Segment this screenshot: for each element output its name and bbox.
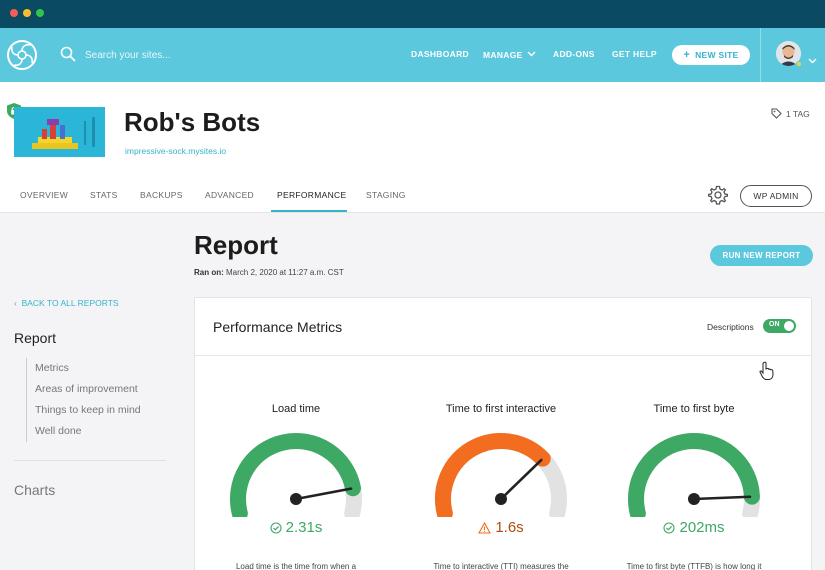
gauge-hub <box>688 493 700 505</box>
ran-on-text: Ran on: March 2, 2020 at 11:27 a.m. CST <box>194 268 344 277</box>
sidebar-heading-report: Report <box>14 330 57 346</box>
metric-time-to-first-byte: Time to first byte 202ms <box>614 403 774 536</box>
sidebar-heading-charts[interactable]: Charts <box>14 482 55 498</box>
tag-icon <box>771 108 782 119</box>
search-icon[interactable] <box>60 46 76 67</box>
search-input[interactable] <box>85 45 285 65</box>
metric-value: 2.31s <box>216 519 376 536</box>
metric-value-text: 202ms <box>679 519 725 536</box>
gauge <box>230 433 362 517</box>
warning-icon <box>478 521 492 534</box>
descriptions-toggle[interactable]: ON <box>763 319 796 333</box>
close-window-button[interactable] <box>10 9 18 17</box>
site-title: Rob's Bots <box>124 107 261 137</box>
gauge <box>628 433 760 517</box>
plus-icon: + <box>683 49 691 61</box>
new-site-label: NEW SITE <box>695 50 739 60</box>
sidebar-item-areas-of-improvement[interactable]: Areas of improvement <box>35 379 141 400</box>
tag-count: 1 TAG <box>786 108 810 119</box>
back-to-reports-link[interactable]: ‹ BACK TO ALL REPORTS <box>14 298 119 308</box>
toggle-on-label: ON <box>769 321 780 328</box>
gauge-needle <box>692 495 752 501</box>
toggle-knob <box>784 321 794 331</box>
sidebar-list: Metrics Areas of improvement Things to k… <box>26 358 141 442</box>
nav-manage[interactable]: MANAGE <box>483 49 536 60</box>
tag-button[interactable]: 1 TAG <box>771 108 810 119</box>
chevron-down-icon[interactable] <box>808 51 817 69</box>
descriptions-label: Descriptions <box>707 322 754 332</box>
metric-value: 202ms <box>614 519 774 536</box>
gauge <box>435 433 567 517</box>
metric-time-to-interactive: Time to first interactive 1.6s <box>421 403 581 536</box>
metric-description: Load time is the time from when a <box>235 562 357 570</box>
check-circle-icon <box>270 521 282 534</box>
card-title: Performance Metrics <box>213 319 343 335</box>
gauge-needle <box>499 458 543 501</box>
ran-on-date: March 2, 2020 at 11:27 a.m. CST <box>226 268 344 277</box>
minimize-window-button[interactable] <box>23 9 31 17</box>
sidebar-divider <box>14 460 166 461</box>
chevron-left-icon: ‹ <box>14 298 17 308</box>
sidebar-item-things-to-keep-in-mind[interactable]: Things to keep in mind <box>35 400 141 421</box>
card-divider <box>195 355 811 356</box>
window-titlebar <box>0 0 825 28</box>
sidebar-item-well-done[interactable]: Well done <box>35 421 141 442</box>
new-site-button[interactable]: + NEW SITE <box>672 45 750 65</box>
maximize-window-button[interactable] <box>36 9 44 17</box>
ran-on-label: Ran on: <box>194 268 224 277</box>
tab-performance[interactable]: PERFORMANCE <box>277 190 346 200</box>
nav-dashboard[interactable]: DASHBOARD <box>411 49 469 59</box>
nav-add-ons[interactable]: ADD-ONS <box>553 49 595 59</box>
sidebar-item-metrics[interactable]: Metrics <box>35 358 141 379</box>
page-title: Report <box>194 230 278 260</box>
online-status-indicator <box>796 61 802 67</box>
tab-overview[interactable]: OVERVIEW <box>20 190 68 200</box>
metric-value: 1.6s <box>421 519 581 536</box>
wp-admin-button[interactable]: WP ADMIN <box>740 185 812 207</box>
nav-get-help[interactable]: GET HELP <box>612 49 657 59</box>
metric-description: Time to interactive (TTI) measures the <box>433 562 569 570</box>
check-circle-icon <box>663 521 676 534</box>
metric-label: Time to first interactive <box>445 403 557 415</box>
gauge-hub <box>495 493 507 505</box>
site-url-link[interactable]: impressive-sock.mysites.io <box>125 146 226 156</box>
nav-manage-label: MANAGE <box>483 50 523 60</box>
tab-stats[interactable]: STATS <box>90 190 118 200</box>
chevron-down-icon <box>527 49 536 59</box>
gear-icon[interactable] <box>707 185 729 210</box>
tab-advanced[interactable]: ADVANCED <box>205 190 254 200</box>
gauge-hub <box>290 493 302 505</box>
performance-metrics-card: Performance Metrics Descriptions ON Load… <box>194 297 812 570</box>
metric-label: Time to first byte <box>653 403 735 415</box>
tab-staging[interactable]: STAGING <box>366 190 406 200</box>
gauge-needle <box>294 487 353 501</box>
flywheel-logo-icon[interactable] <box>0 28 43 82</box>
active-tab-indicator <box>271 210 347 212</box>
metric-label: Load time <box>271 403 321 415</box>
back-link-label: BACK TO ALL REPORTS <box>21 298 119 308</box>
site-header: Rob's Bots impressive-sock.mysites.io 1 … <box>0 82 825 213</box>
metric-value-text: 2.31s <box>285 519 323 536</box>
hand-cursor-icon <box>759 361 775 386</box>
tab-backups[interactable]: BACKUPS <box>140 190 183 200</box>
metric-description: Time to first byte (TTFB) is how long it <box>626 562 762 570</box>
metric-value-text: 1.6s <box>495 519 524 536</box>
run-new-report-button[interactable]: RUN NEW REPORT <box>710 245 813 266</box>
metric-load-time: Load time 2.31s <box>216 403 376 536</box>
nav-divider <box>760 28 761 82</box>
gauge-fill <box>435 433 551 517</box>
site-thumbnail[interactable] <box>14 107 105 157</box>
top-navigation: DASHBOARD MANAGE ADD-ONS GET HELP + NEW S… <box>0 28 825 82</box>
